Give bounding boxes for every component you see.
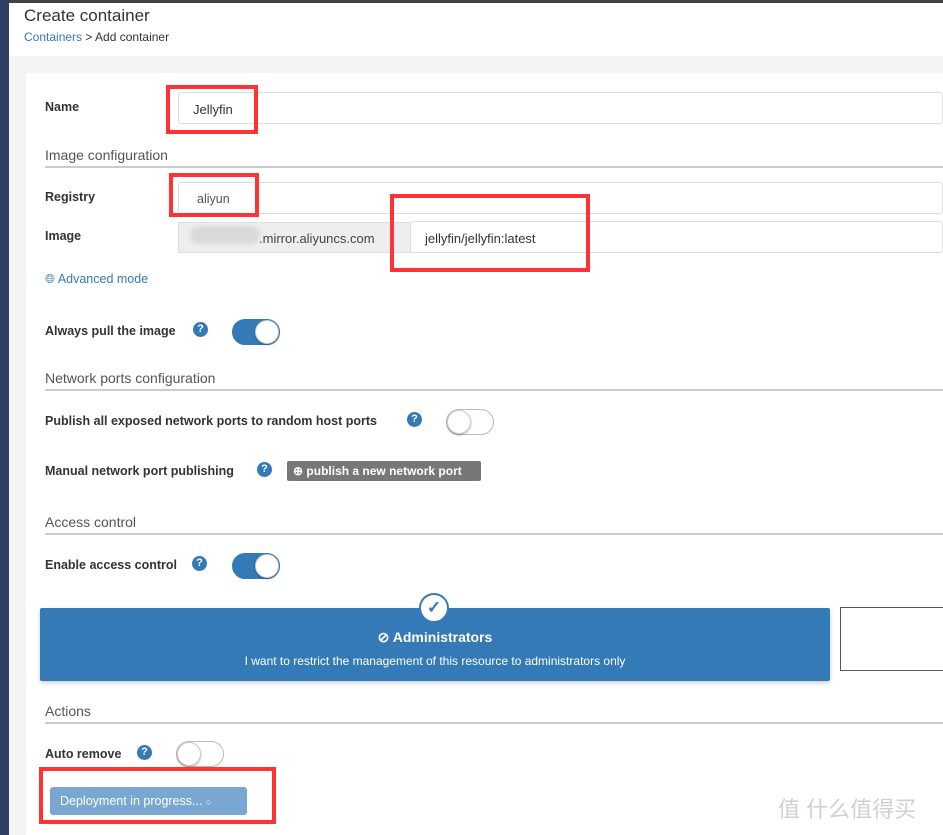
publish-all-toggle[interactable] (446, 409, 494, 435)
name-input[interactable]: Jellyfin (178, 92, 943, 124)
always-pull-toggle[interactable] (232, 319, 280, 345)
auto-remove-toggle[interactable] (176, 741, 224, 767)
help-icon[interactable]: ? (257, 462, 272, 477)
globe-icon: 🌐︎ (45, 272, 56, 286)
page-title: Create container (24, 6, 150, 25)
registry-label: Registry (45, 190, 96, 204)
annotation-box (169, 173, 259, 217)
help-icon[interactable]: ? (137, 745, 152, 760)
annotation-box (166, 85, 258, 134)
enable-access-toggle[interactable] (232, 553, 280, 579)
eye-slash-icon: ⊘ (377, 629, 390, 645)
plus-circle-icon: ⊕ (293, 464, 304, 478)
help-icon[interactable]: ? (407, 412, 422, 427)
check-icon: ✓ (419, 593, 449, 623)
admin-title: Administrators (392, 629, 493, 645)
breadcrumb-containers-link[interactable]: Containers (24, 30, 82, 44)
admin-description: I want to restrict the management of thi… (244, 654, 626, 668)
help-icon[interactable]: ? (193, 322, 208, 337)
publish-all-label: Publish all exposed network ports to ran… (45, 414, 377, 428)
help-icon[interactable]: ? (192, 556, 207, 571)
redacted-blur (190, 226, 260, 244)
annotation-box (39, 767, 276, 824)
breadcrumb-current: Add container (95, 30, 170, 44)
advanced-mode-label: Advanced mode (57, 272, 149, 286)
actions-heading: Actions (45, 703, 943, 724)
annotation-box (390, 194, 590, 272)
name-label: Name (45, 100, 80, 114)
breadcrumb-separator: > (82, 30, 96, 44)
always-pull-label: Always pull the image (45, 324, 176, 338)
breadcrumb: Containers > Add container (24, 30, 169, 44)
image-label: Image (45, 229, 82, 243)
enable-access-label: Enable access control (45, 558, 178, 572)
manual-port-label: Manual network port publishing (45, 464, 234, 478)
watermark: 值 什么值得买 (778, 797, 917, 822)
advanced-mode-link[interactable]: 🌐︎ Advanced mode (45, 272, 148, 287)
sidebar (0, 0, 9, 835)
image-config-heading: Image configuration (45, 147, 943, 168)
auto-remove-label: Auto remove (45, 747, 122, 761)
restricted-option[interactable] (840, 607, 943, 671)
network-ports-heading: Network ports configuration (45, 370, 943, 391)
publish-port-label: publish a new network port (306, 464, 462, 478)
access-control-heading: Access control (45, 514, 943, 535)
publish-port-button[interactable]: ⊕ publish a new network port (287, 461, 481, 481)
